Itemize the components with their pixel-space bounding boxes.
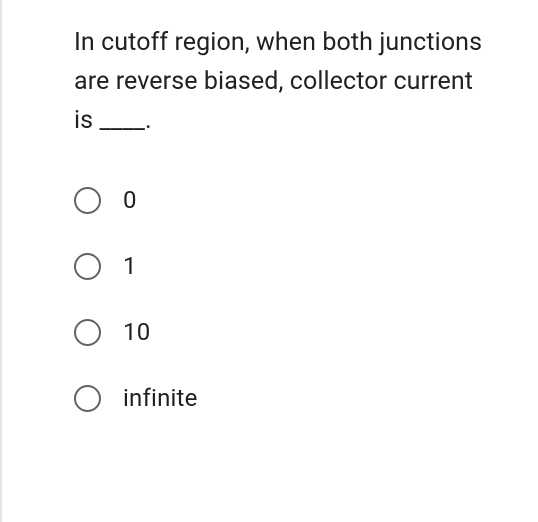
option-infinite[interactable]: infinite xyxy=(74,384,498,412)
option-label: 0 xyxy=(123,186,137,214)
options-group: 0 1 10 infinite xyxy=(74,186,498,412)
left-divider xyxy=(0,0,2,522)
option-10[interactable]: 10 xyxy=(74,318,498,346)
question-container: In cutoff region, when both junctions ar… xyxy=(0,0,538,436)
option-1[interactable]: 1 xyxy=(74,252,498,280)
radio-icon xyxy=(74,319,101,346)
radio-icon xyxy=(74,187,101,214)
radio-icon xyxy=(74,385,101,412)
question-text: In cutoff region, when both junctions ar… xyxy=(74,24,498,140)
option-label: 1 xyxy=(123,252,137,280)
radio-icon xyxy=(74,253,101,280)
option-label: infinite xyxy=(123,384,198,412)
option-label: 10 xyxy=(123,318,150,346)
option-0[interactable]: 0 xyxy=(74,186,498,214)
